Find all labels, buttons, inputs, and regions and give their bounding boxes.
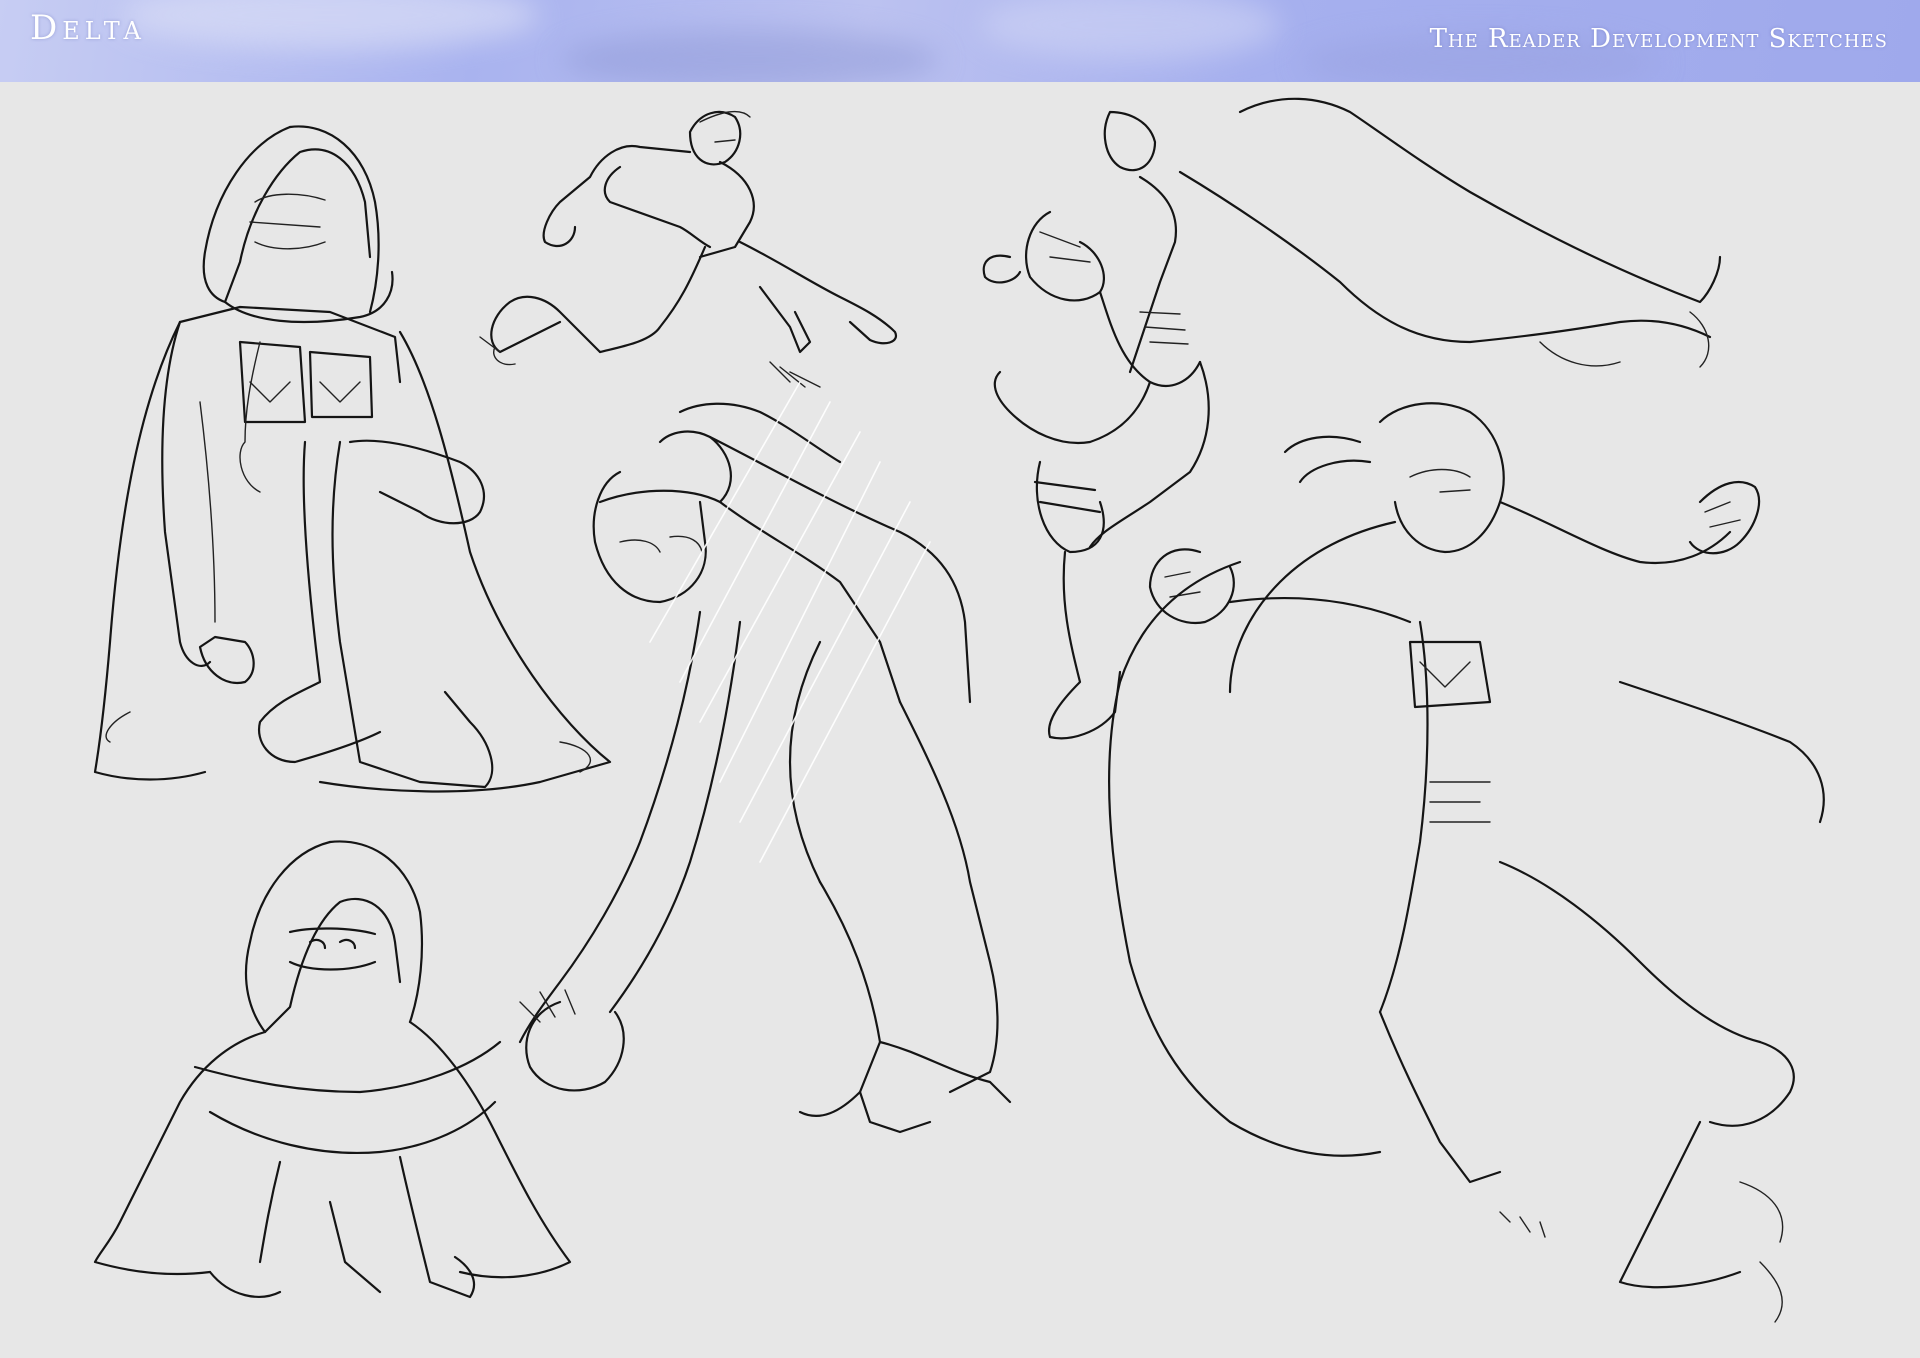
crouching-hooded-cloak-pose	[93, 840, 572, 1299]
sketch-sheet	[0, 82, 1920, 1358]
punching-cape-pose	[1108, 402, 1825, 1323]
leaping-cape-pose	[982, 97, 1722, 740]
sky-cloud	[120, 0, 540, 50]
page-subtitle: The Reader Development Sketches	[1429, 24, 1888, 54]
sky-cloud	[560, 30, 940, 82]
header-banner: Delta The Reader Development Sketches	[0, 0, 1920, 82]
kneeling-hooded-pose	[93, 125, 612, 793]
lunging-slide-pose	[479, 110, 898, 388]
ground-strike-pose	[518, 381, 1012, 1134]
delta-logo: Delta	[30, 8, 146, 48]
sky-cloud	[980, 0, 1280, 60]
